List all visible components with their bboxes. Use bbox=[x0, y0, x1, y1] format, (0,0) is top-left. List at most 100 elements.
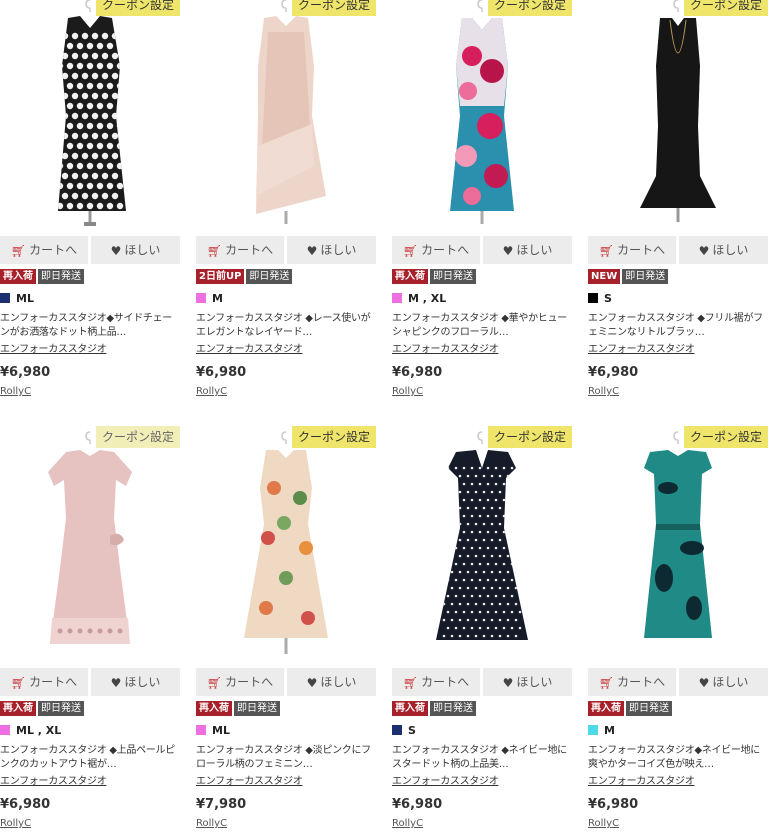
status-badges: 再入荷 即日発送 bbox=[392, 701, 478, 717]
product-image[interactable]: クーポン設定 bbox=[0, 0, 180, 231]
status-badge: NEW bbox=[588, 269, 621, 284]
product-card: クーポン設定 🛒︎ カートへ ♥ ほしい NEW 即日発送 S エンフォーカススタジオ… bbox=[588, 0, 768, 397]
wishlist-button[interactable]: ♥ ほしい bbox=[287, 668, 376, 696]
shop-link[interactable]: RollyC bbox=[588, 818, 619, 829]
product-image[interactable]: クーポン設定 bbox=[196, 426, 376, 663]
brand-link[interactable]: エンフォーカススタジオ bbox=[588, 772, 695, 787]
cart-icon: 🛒︎ bbox=[206, 243, 223, 258]
dress-photo bbox=[588, 428, 768, 663]
status-badge: 即日発送 bbox=[622, 269, 669, 284]
status-badge: 即日発送 bbox=[38, 269, 84, 284]
coupon-badge: クーポン設定 bbox=[95, 426, 180, 448]
wishlist-label: ほしい bbox=[320, 243, 357, 257]
color-swatch bbox=[588, 725, 598, 735]
coupon-badge: クーポン設定 bbox=[487, 426, 572, 448]
coupon-badge: クーポン設定 bbox=[291, 0, 376, 16]
add-to-cart-button[interactable]: 🛒︎ カートへ bbox=[588, 668, 676, 696]
status-badge: 2日前UP bbox=[196, 269, 245, 284]
brand-link[interactable]: エンフォーカススタジオ bbox=[196, 340, 303, 355]
cart-label: カートへ bbox=[29, 675, 78, 689]
product-card: クーポン設定 🛒︎ カートへ ♥ ほしい 再入荷 即日発送 ML エンフォーカススタジ… bbox=[196, 426, 376, 829]
add-to-cart-button[interactable]: 🛒︎ カートへ bbox=[196, 236, 284, 264]
cart-label: カートへ bbox=[421, 243, 470, 257]
cart-icon: 🛒︎ bbox=[402, 243, 419, 258]
action-buttons: 🛒︎ カートへ ♥ ほしい bbox=[392, 236, 572, 264]
size-list: S bbox=[604, 292, 612, 305]
add-to-cart-button[interactable]: 🛒︎ カートへ bbox=[392, 668, 480, 696]
shop-link[interactable]: RollyC bbox=[196, 386, 227, 397]
status-badge: 即日発送 bbox=[430, 701, 476, 716]
dress-photo bbox=[196, 0, 376, 231]
wishlist-button[interactable]: ♥ ほしい bbox=[91, 236, 180, 264]
status-badges: 再入荷 即日発送 bbox=[196, 701, 282, 717]
brand-link[interactable]: エンフォーカススタジオ bbox=[0, 772, 107, 787]
product-image[interactable]: クーポン設定 bbox=[588, 426, 768, 663]
wishlist-label: ほしい bbox=[712, 675, 749, 689]
wishlist-button[interactable]: ♥ ほしい bbox=[679, 236, 768, 264]
product-price: ¥7,980 bbox=[196, 797, 247, 812]
coupon-badge: クーポン設定 bbox=[291, 426, 376, 448]
cart-label: カートへ bbox=[421, 675, 470, 689]
product-description[interactable]: エンフォーカススタジオ ◆上品ペールピンクのカットアウト裾が… bbox=[0, 744, 180, 772]
heart-icon: ♥ bbox=[306, 675, 318, 690]
brand-link[interactable]: エンフォーカススタジオ bbox=[196, 772, 303, 787]
add-to-cart-button[interactable]: 🛒︎ カートへ bbox=[0, 668, 88, 696]
size-info: ML , XL bbox=[0, 724, 61, 738]
product-card: クーポン設定 🛒︎ カートへ ♥ ほしい 2日前UP 即日発送 M エンフォーカススタ… bbox=[196, 0, 376, 397]
wishlist-label: ほしい bbox=[516, 243, 553, 257]
product-description[interactable]: エンフォーカススタジオ◆ネイビー地に爽やかターコイズ色が映え… bbox=[588, 744, 768, 772]
shop-link[interactable]: RollyC bbox=[0, 386, 31, 397]
action-buttons: 🛒︎ カートへ ♥ ほしい bbox=[0, 236, 180, 264]
add-to-cart-button[interactable]: 🛒︎ カートへ bbox=[196, 668, 284, 696]
shop-link[interactable]: RollyC bbox=[392, 818, 423, 829]
dress-photo bbox=[0, 428, 180, 663]
color-swatch bbox=[0, 725, 10, 735]
brand-link[interactable]: エンフォーカススタジオ bbox=[588, 340, 695, 355]
product-image[interactable]: クーポン設定 bbox=[196, 0, 376, 231]
shop-link[interactable]: RollyC bbox=[588, 386, 619, 397]
cart-icon: 🛒︎ bbox=[402, 675, 419, 690]
shop-link[interactable]: RollyC bbox=[0, 818, 31, 829]
size-info: ML bbox=[0, 292, 34, 306]
wishlist-button[interactable]: ♥ ほしい bbox=[91, 668, 180, 696]
size-list: M bbox=[212, 292, 223, 305]
product-image[interactable]: クーポン設定 bbox=[392, 426, 572, 663]
status-badge: 再入荷 bbox=[588, 701, 624, 716]
product-image[interactable]: クーポン設定 bbox=[588, 0, 768, 231]
product-description[interactable]: エンフォーカススタジオ ◆フリル裾がフェミニンなリトルブラッ… bbox=[588, 312, 768, 340]
add-to-cart-button[interactable]: 🛒︎ カートへ bbox=[392, 236, 480, 264]
status-badge: 即日発送 bbox=[626, 701, 672, 716]
brand-link[interactable]: エンフォーカススタジオ bbox=[392, 340, 499, 355]
add-to-cart-button[interactable]: 🛒︎ カートへ bbox=[0, 236, 88, 264]
product-card: クーポン設定 🛒︎ カートへ ♥ ほしい 再入荷 即日発送 M , XL エンフォーカ… bbox=[392, 0, 572, 397]
wishlist-button[interactable]: ♥ ほしい bbox=[483, 236, 572, 264]
cart-label: カートへ bbox=[617, 675, 666, 689]
color-swatch bbox=[196, 725, 206, 735]
status-badge: 再入荷 bbox=[0, 701, 36, 716]
product-description[interactable]: エンフォーカススタジオ ◆ネイビー地にスタードット柄の上品美… bbox=[392, 744, 572, 772]
add-to-cart-button[interactable]: 🛒︎ カートへ bbox=[588, 236, 676, 264]
shop-link[interactable]: RollyC bbox=[196, 818, 227, 829]
shop-link[interactable]: RollyC bbox=[392, 386, 423, 397]
product-description[interactable]: エンフォーカススタジオ ◆レース使いがエレガントなレイヤード… bbox=[196, 312, 376, 340]
dress-photo bbox=[392, 428, 572, 663]
wishlist-button[interactable]: ♥ ほしい bbox=[287, 236, 376, 264]
wishlist-label: ほしい bbox=[712, 243, 749, 257]
wishlist-button[interactable]: ♥ ほしい bbox=[679, 668, 768, 696]
size-list: ML bbox=[16, 292, 34, 305]
heart-icon: ♥ bbox=[502, 675, 514, 690]
product-description[interactable]: エンフォーカススタジオ◆サイドチェーンがお洒落なドット柄上品… bbox=[0, 312, 180, 340]
brand-link[interactable]: エンフォーカススタジオ bbox=[0, 340, 107, 355]
wishlist-button[interactable]: ♥ ほしい bbox=[483, 668, 572, 696]
product-description[interactable]: エンフォーカススタジオ ◆淡ピンクにフローラル柄のフェミニン… bbox=[196, 744, 376, 772]
product-description[interactable]: エンフォーカススタジオ ◆華やかヒューシャピンクのフローラル… bbox=[392, 312, 572, 340]
size-list: M bbox=[604, 724, 615, 737]
product-image[interactable]: クーポン設定 bbox=[0, 426, 180, 663]
product-image[interactable]: クーポン設定 bbox=[392, 0, 572, 231]
coupon-badge: クーポン設定 bbox=[487, 0, 572, 16]
product-price: ¥6,980 bbox=[392, 797, 443, 812]
size-info: S bbox=[392, 724, 416, 738]
product-price: ¥6,980 bbox=[588, 365, 639, 380]
brand-link[interactable]: エンフォーカススタジオ bbox=[392, 772, 499, 787]
action-buttons: 🛒︎ カートへ ♥ ほしい bbox=[196, 668, 376, 696]
